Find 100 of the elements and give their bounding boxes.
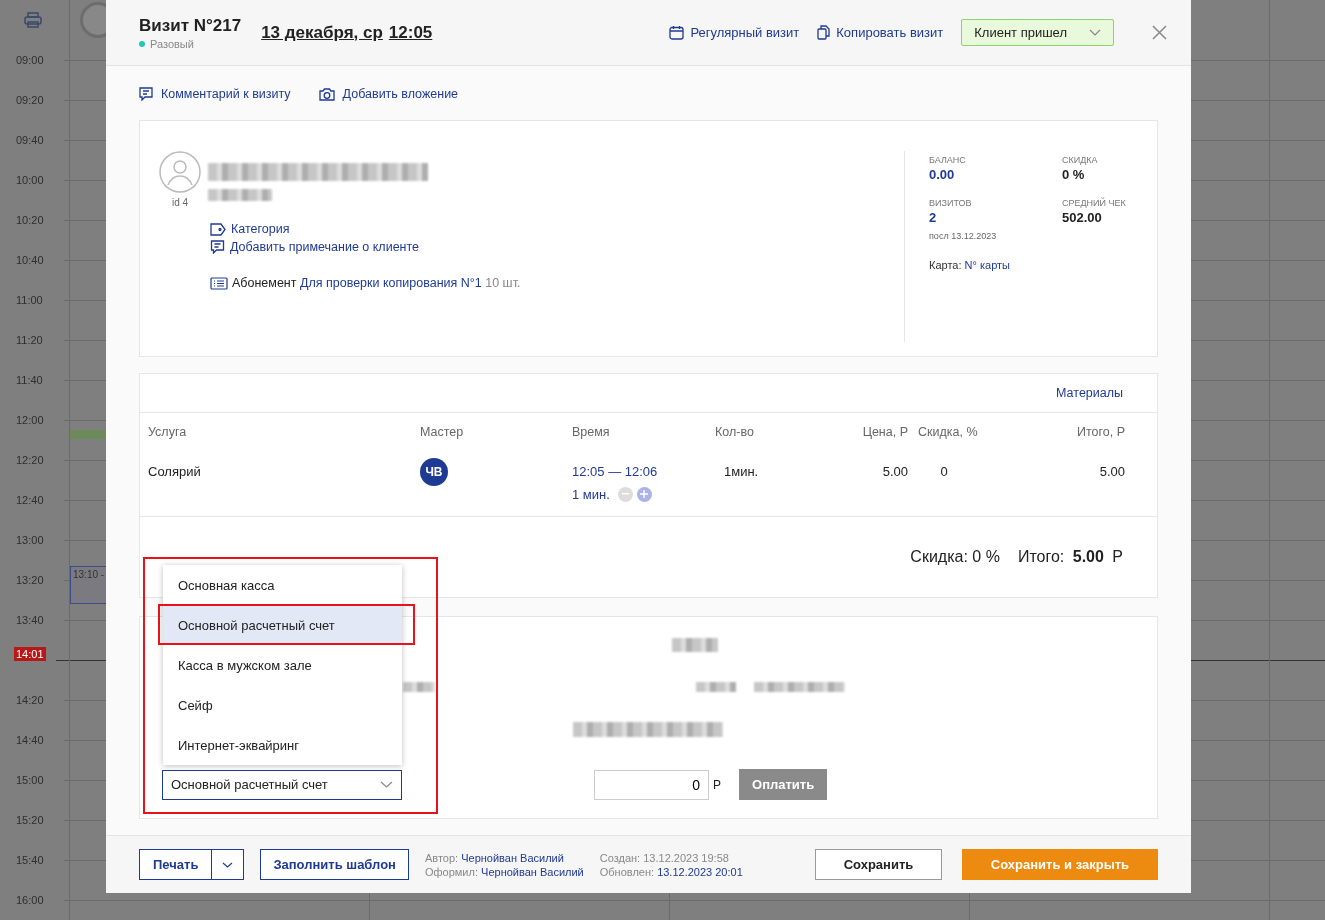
column-header: Время [572, 425, 611, 441]
chevron-down-icon [1089, 29, 1101, 36]
account-option[interactable]: Интернет-эквайринг [163, 725, 402, 765]
date-link[interactable]: 13 декабря, ср [261, 22, 383, 43]
client-link[interactable]: Добавить примечание о клиенте [210, 240, 904, 254]
stat-label: СРЕДНИЙ ЧЕК [1062, 198, 1127, 208]
stat-label: БАЛАНС [929, 155, 967, 165]
time-label: 11:00 [15, 294, 44, 306]
stat-value: 0 % [1062, 167, 1086, 182]
increase-button[interactable] [636, 486, 652, 502]
time-label: 14:40 [15, 734, 45, 746]
table-cell-text: 5.00 [881, 463, 908, 481]
time-label: 10:00 [15, 174, 45, 186]
time-label: 10:40 [15, 254, 45, 266]
time-range-link[interactable]: 12:05 — 12:06 [572, 463, 715, 479]
column-header: Цена, Р [861, 425, 908, 441]
time-label: 15:40 [15, 854, 45, 866]
time-label: 09:40 [15, 134, 45, 146]
time-label: 14:20 [15, 694, 45, 706]
table-cell-text: 1мин. [723, 463, 760, 481]
table-cell-text: 5.00 [1098, 463, 1125, 481]
account-option[interactable]: Сейф [163, 685, 402, 725]
column-header: Скидка, % [917, 425, 979, 441]
account-option[interactable]: Касса в мужском зале [163, 645, 402, 685]
discount-summary: Скидка: 0 % [910, 548, 1000, 566]
status-dropdown[interactable]: Клиент пришел [961, 19, 1114, 46]
amount-field[interactable]: 0 [594, 769, 709, 800]
person-avatar-icon [159, 151, 201, 193]
calendar-icon [669, 25, 685, 40]
subscription-text: Абонемент Для проверки копирования N°1 10 шт. [232, 276, 521, 290]
stat-value: 502.00 [1062, 210, 1103, 225]
duration-link[interactable]: 1 мин. [572, 486, 610, 502]
time-link[interactable]: 12:05 [388, 22, 433, 43]
card-text: Карта: N° карты [929, 259, 1011, 271]
time-label: 13:00 [15, 534, 45, 546]
time-label: 15:00 [15, 774, 45, 786]
stat-label: ВИЗИТОВ [929, 198, 973, 208]
time-label: 16:00 [15, 894, 45, 906]
blurred-text [208, 189, 272, 201]
materials-link[interactable]: Материалы [1056, 386, 1123, 400]
stat-value[interactable]: 0.00 [929, 167, 1062, 182]
time-label: 11:40 [15, 374, 44, 386]
table-cell-text: Солярий [148, 463, 202, 481]
close-icon [1152, 25, 1167, 40]
current-time-label: 14:01 [14, 647, 46, 661]
time-label: 12:00 [15, 414, 45, 426]
close-button[interactable] [1152, 25, 1167, 40]
status-dot [139, 40, 145, 47]
chevron-down-icon [222, 861, 234, 868]
camera-icon [318, 87, 335, 101]
time-label: 12:40 [15, 494, 45, 506]
currency-label: Р [713, 777, 721, 792]
print-button[interactable]: Печать [140, 850, 212, 879]
visit-type: Разовый [150, 37, 194, 50]
header-action-link[interactable]: Регулярный визит [669, 25, 800, 40]
time-label: 09:20 [15, 94, 45, 106]
column-header: Услуга [148, 425, 188, 441]
author-text: Автор: Чернойван Василий [424, 851, 565, 864]
time-label: 12:20 [15, 454, 45, 466]
print-menu-button[interactable] [211, 850, 244, 879]
stat-value[interactable]: 2 [929, 210, 1062, 225]
account-option[interactable]: Основной расчетный счет [163, 605, 402, 645]
table-cell-text: 0 [939, 463, 949, 481]
column-header: Кол-во [715, 425, 755, 441]
action-link[interactable]: Добавить вложение [318, 87, 459, 101]
comment-icon [210, 240, 225, 254]
time-label: 13:40 [15, 614, 45, 626]
time-label: 11:20 [15, 334, 44, 346]
stat-note: посл 13.12.2023 [929, 231, 998, 241]
client-link[interactable]: Категория [210, 222, 904, 236]
total-summary: Итого: 5.00 Р [1017, 548, 1123, 566]
comment-icon [139, 87, 153, 101]
client-id: id 4 [171, 197, 189, 208]
fill-template-button[interactable]: Заполнить шаблон [260, 849, 409, 880]
minus-icon [621, 493, 629, 495]
printer-icon [24, 12, 42, 28]
action-link[interactable]: Комментарий к визиту [139, 87, 291, 101]
save-button[interactable]: Сохранить [815, 849, 942, 880]
header-action-link[interactable]: Копировать визит [817, 25, 944, 40]
copy-icon [817, 25, 831, 40]
updated-text: Обновлен: 13.12.2023 20:01 [599, 865, 743, 878]
stat-label: СКИДКА [1062, 155, 1099, 165]
column-header: Итого, Р [1075, 425, 1125, 441]
tag-icon [210, 222, 226, 236]
time-label: 09:00 [15, 54, 45, 66]
subscription-link[interactable]: Для проверки копирования N°1 [299, 276, 482, 290]
time-label: 10:20 [15, 214, 45, 226]
card-link[interactable]: N° карты [964, 259, 1010, 271]
blurred-text [403, 682, 435, 692]
issuer-text: Оформил: Чернойван Василий [424, 865, 584, 878]
chevron-down-icon [380, 781, 393, 788]
column-header: Мастер [420, 425, 465, 441]
time-label: 15:20 [15, 814, 45, 826]
account-option[interactable]: Основная касса [163, 565, 402, 605]
time-label: 13:20 [15, 574, 45, 586]
account-select[interactable]: Основной расчетный счет [162, 769, 402, 800]
blurred-text [672, 638, 718, 652]
master-avatar[interactable]: ЧВ [420, 457, 448, 486]
created-text: Создан: 13.12.2023 19:58 [599, 851, 730, 864]
list-card-icon [210, 276, 228, 290]
